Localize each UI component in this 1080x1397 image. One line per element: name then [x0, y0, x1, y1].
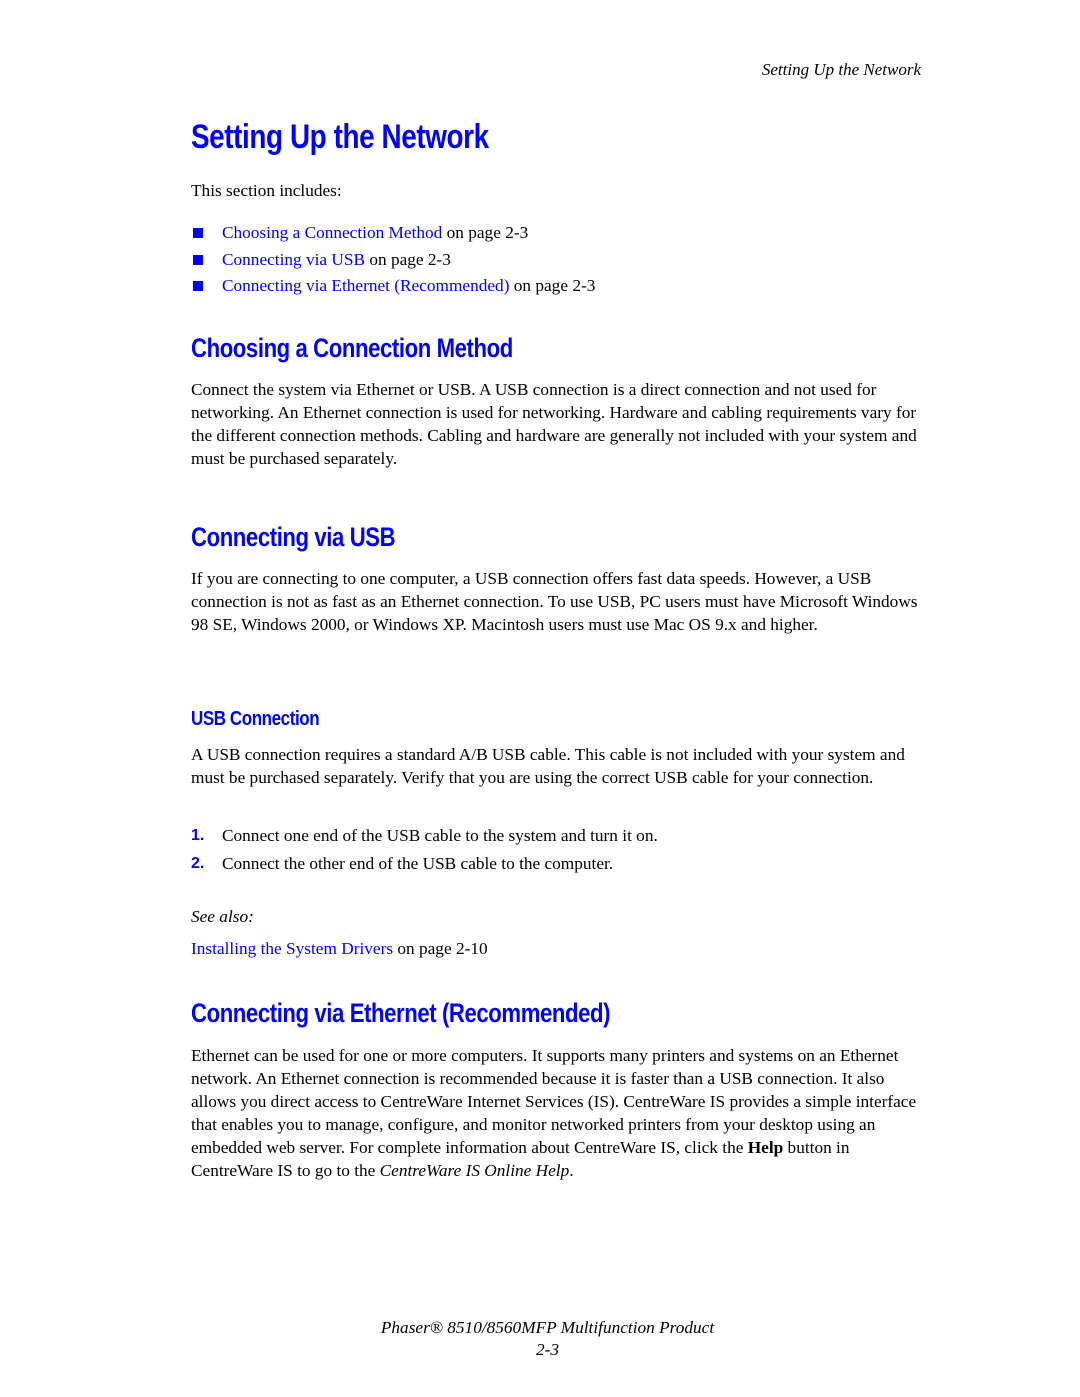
toc-item: Connecting via USB on page 2-3: [191, 248, 595, 275]
see-also-link-installing-drivers[interactable]: Installing the System Drivers: [191, 939, 393, 958]
toc-page-ref: on page 2-3: [509, 276, 596, 295]
square-bullet-icon: [193, 254, 203, 265]
heading-usb-connection: USB Connection: [191, 708, 320, 730]
step-number: 2.: [191, 855, 205, 872]
section-toc: Choosing a Connection Method on page 2-3…: [191, 221, 595, 301]
page-title: Setting Up the Network: [191, 118, 489, 156]
toc-page-ref: on page 2-3: [442, 223, 529, 242]
heading-connecting-ethernet: Connecting via Ethernet (Recommended): [191, 998, 611, 1028]
see-also-page-ref: on page 2-10: [393, 939, 488, 958]
toc-item: Connecting via Ethernet (Recommended) on…: [191, 274, 595, 301]
running-header: Setting Up the Network: [761, 60, 921, 79]
footer-product-name: Phaser® 8510/8560MFP Multifunction Produ…: [380, 1318, 715, 1337]
heading-connecting-usb: Connecting via USB: [191, 522, 396, 552]
step-item: 2. Connect the other end of the USB cabl…: [191, 852, 658, 880]
intro-text: This section includes:: [191, 181, 342, 200]
square-bullet-icon: [193, 281, 203, 291]
step-text: Connect one end of the USB cable to the …: [222, 826, 658, 845]
heading-choosing-connection: Choosing a Connection Method: [191, 333, 513, 363]
toc-item: Choosing a Connection Method on page 2-3: [191, 221, 595, 248]
step-number: 1.: [191, 827, 205, 844]
usb-steps: 1. Connect one end of the USB cable to t…: [191, 824, 658, 880]
ethernet-body-end: .: [569, 1161, 574, 1180]
page-footer: Phaser® 8510/8560MFP Multifunction Produ…: [0, 1317, 1080, 1361]
footer-page-number: 2-3: [535, 1340, 560, 1359]
toc-page-ref: on page 2-3: [365, 249, 451, 269]
usb-connection-body: A USB connection requires a standard A/B…: [191, 745, 905, 787]
toc-link-ethernet[interactable]: Connecting via Ethernet (Recommended): [222, 276, 509, 295]
see-also-reference: Installing the System Drivers on page 2-…: [191, 939, 488, 959]
online-help-title: CentreWare IS Online Help: [379, 1161, 570, 1180]
ethernet-body: Ethernet can be used for one or more com…: [191, 1044, 921, 1182]
step-item: 1. Connect one end of the USB cable to t…: [191, 824, 658, 852]
see-also-label: See also:: [191, 907, 254, 926]
toc-link-choosing[interactable]: Choosing a Connection Method: [222, 223, 442, 242]
square-bullet-icon: [193, 228, 203, 238]
choosing-body: Connect the system via Ethernet or USB. …: [191, 380, 917, 468]
help-button-term: Help: [747, 1138, 784, 1157]
step-text: Connect the other end of the USB cable t…: [222, 854, 614, 873]
usb-body: If you are connecting to one computer, a…: [191, 569, 918, 634]
toc-link-usb[interactable]: Connecting via USB: [222, 250, 365, 269]
